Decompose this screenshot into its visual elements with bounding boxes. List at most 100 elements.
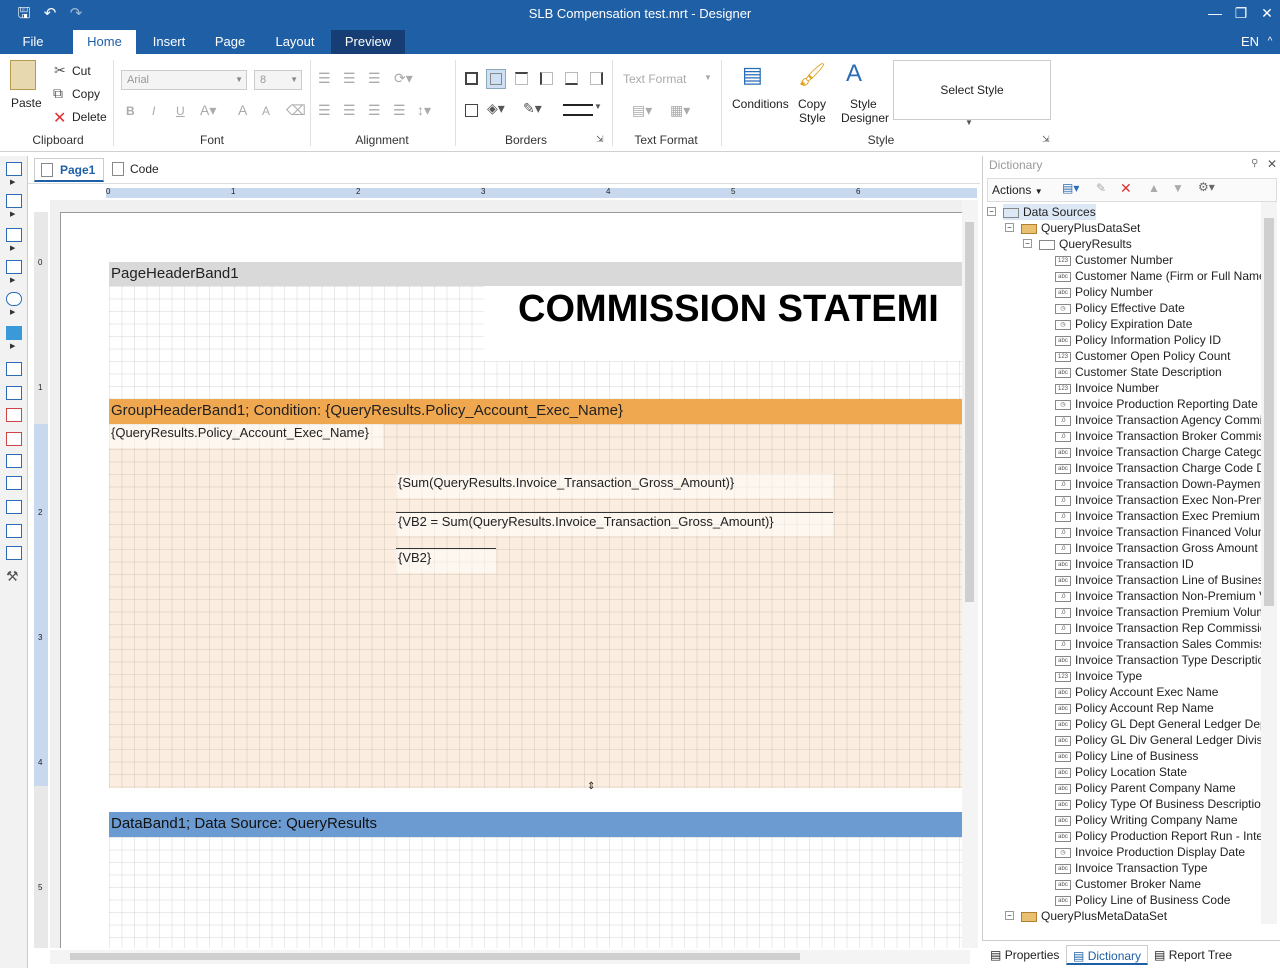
tree-node-column[interactable]: abc Policy GL Div General Ledger Division…: [1055, 732, 1261, 748]
border-color-icon[interactable]: ✎▾: [523, 100, 542, 117]
tree-node-column[interactable]: abc Policy Production Report Run - Intern…: [1055, 828, 1261, 844]
dialog-launcher-icon[interactable]: ⇲: [596, 134, 604, 145]
image-tool-icon[interactable]: [6, 408, 22, 422]
collapse-toggle-icon[interactable]: −: [1023, 239, 1032, 248]
tree-node-column[interactable]: .0 Invoice Transaction Exec Premium Con: [1055, 508, 1261, 524]
tree-node-column[interactable]: abc Invoice Transaction Type: [1055, 860, 1208, 876]
gallery-more-icon[interactable]: ▼: [965, 118, 973, 127]
tree-node-column[interactable]: 123 Customer Number: [1055, 252, 1173, 268]
font-family-combo[interactable]: Arial ▼: [121, 70, 247, 90]
gauge-tool-icon[interactable]: [6, 546, 22, 560]
rich-text-tool-icon[interactable]: [6, 386, 22, 400]
edit-icon[interactable]: ✎: [1096, 181, 1106, 195]
tree-node-data-sources[interactable]: − Data Sources: [987, 204, 1096, 220]
eraser-icon[interactable]: ⌫: [286, 102, 306, 119]
align-left-icon[interactable]: ☰: [318, 102, 331, 119]
collapse-toggle-icon[interactable]: −: [1005, 911, 1014, 920]
no-border-icon[interactable]: [486, 69, 506, 89]
tree-node-column[interactable]: abc Customer Broker Name: [1055, 876, 1201, 892]
tree-node-column[interactable]: abc Invoice Transaction Line of Business: [1055, 572, 1261, 588]
chevron-down-icon[interactable]: ▼: [594, 102, 602, 111]
copy-button[interactable]: Copy: [72, 87, 100, 101]
style-designer-icon[interactable]: A: [846, 60, 862, 88]
grow-font-icon[interactable]: A: [238, 102, 247, 118]
text-format-combo[interactable]: Text Format: [623, 72, 686, 86]
data-band[interactable]: DataBand1; Data Source: QueryResults: [109, 812, 962, 837]
conditions-button[interactable]: Conditions: [732, 97, 789, 111]
vb2-assign-textbox[interactable]: {VB2 = Sum(QueryResults.Invoice_Transact…: [396, 512, 833, 536]
panel-tool-icon[interactable]: [6, 454, 22, 468]
select-style-gallery[interactable]: Select Style: [893, 60, 1051, 120]
paste-button[interactable]: Paste: [11, 96, 42, 110]
align-middle-icon[interactable]: ☰: [343, 70, 356, 87]
close-icon[interactable]: ✕: [1267, 157, 1277, 171]
tree-node-column[interactable]: ◷ Policy Effective Date: [1055, 300, 1185, 316]
new-item-icon[interactable]: ▤▾: [1062, 181, 1079, 195]
left-border-icon[interactable]: [540, 72, 553, 85]
tree-node-column[interactable]: abc Invoice Transaction Charge Category: [1055, 444, 1261, 460]
tree-node-column[interactable]: .0 Invoice Transaction Rep Commission A: [1055, 620, 1261, 636]
tree-node-column[interactable]: ◷ Policy Expiration Date: [1055, 316, 1192, 332]
tree-node-column[interactable]: abc Invoice Transaction Type Description: [1055, 652, 1261, 668]
tree-node-column[interactable]: .0 Invoice Transaction Exec Non-Premiun: [1055, 492, 1261, 508]
copy-style-button-line2[interactable]: Style: [799, 111, 826, 125]
tree-node-column[interactable]: 123 Invoice Type: [1055, 668, 1142, 684]
tree-node-column[interactable]: abc Policy Writing Company Name: [1055, 812, 1238, 828]
cross-tab-tool-icon[interactable]: [6, 260, 22, 274]
tree-node-column[interactable]: abc Customer Name (Firm or Full Name): [1055, 268, 1261, 284]
font-size-combo[interactable]: 8 ▼: [254, 70, 302, 90]
chevron-down-icon[interactable]: ▼: [704, 73, 712, 82]
delete-button[interactable]: Delete: [72, 110, 107, 124]
tree-node-column[interactable]: abc Invoice Transaction Charge Code Desc: [1055, 460, 1261, 476]
shape-tool-icon[interactable]: [6, 292, 22, 306]
tab-preview[interactable]: Preview: [331, 30, 405, 54]
tree-node-column[interactable]: .0 Invoice Transaction Financed Volume: [1055, 524, 1261, 540]
tree-node-column[interactable]: abc Policy Information Policy ID: [1055, 332, 1221, 348]
data-band-body[interactable]: [109, 837, 962, 948]
style-designer-button-line1[interactable]: Style: [850, 97, 877, 111]
tree-node-column[interactable]: .0 Invoice Transaction Gross Amount: [1055, 540, 1258, 556]
tree-node-column[interactable]: abc Policy Account Rep Name: [1055, 700, 1214, 716]
italic-button[interactable]: I: [152, 104, 155, 118]
tab-dictionary[interactable]: ▤ Dictionary: [1066, 945, 1149, 965]
move-up-icon[interactable]: ▲: [1148, 181, 1160, 195]
sub-report-tool-icon[interactable]: [6, 500, 22, 514]
shrink-font-icon[interactable]: A: [262, 104, 270, 118]
tree-node-column[interactable]: abc Policy GL Dept General Ledger Departr: [1055, 716, 1261, 732]
tree-node-column[interactable]: abc Policy Number: [1055, 284, 1153, 300]
actions-menu[interactable]: Actions ▼: [992, 183, 1043, 197]
tree-node-dataset[interactable]: − QueryPlusDataSet: [1005, 220, 1140, 236]
tree-node-column[interactable]: .0 Invoice Transaction Down-Payment Vo: [1055, 476, 1261, 492]
tab-properties[interactable]: ▤ Properties: [990, 945, 1059, 965]
tree-node-column[interactable]: 123 Customer Open Policy Count: [1055, 348, 1230, 364]
align-bottom-icon[interactable]: ☰: [368, 70, 381, 87]
right-border-icon[interactable]: [590, 72, 603, 85]
bold-button[interactable]: B: [126, 104, 135, 118]
tree-node-column[interactable]: .0 Invoice Transaction Sales Commission: [1055, 636, 1261, 652]
tree-node-meta-dataset[interactable]: − QueryPlusMetaDataSet: [1005, 908, 1167, 924]
copy-style-button-line1[interactable]: Copy: [798, 97, 826, 111]
group-header-band[interactable]: GroupHeaderBand1; Condition: {QueryResul…: [109, 399, 962, 424]
tab-home[interactable]: Home: [73, 30, 136, 54]
tree-node-column[interactable]: abc Policy Line of Business: [1055, 748, 1198, 764]
text-tool-icon[interactable]: [6, 362, 22, 376]
align-center-icon[interactable]: ☰: [343, 102, 356, 119]
move-down-icon[interactable]: ▼: [1172, 181, 1184, 195]
underline-button[interactable]: U: [176, 104, 185, 118]
ribbon-collapse-button[interactable]: ^: [1262, 30, 1278, 54]
border-settings-icon[interactable]: [465, 104, 478, 117]
tree-node-column[interactable]: ◷ Invoice Production Reporting Date: [1055, 396, 1258, 412]
tree-node-column[interactable]: abc Policy Parent Company Name: [1055, 780, 1236, 796]
tree-node-column[interactable]: ◷ Invoice Production Display Date: [1055, 844, 1245, 860]
justify-icon[interactable]: ☰: [393, 102, 406, 119]
scrollbar-thumb[interactable]: [965, 222, 974, 602]
resize-handle-icon[interactable]: ⇕: [587, 781, 595, 792]
format-options-icon[interactable]: ▦▾: [670, 102, 690, 119]
dictionary-scrollbar[interactable]: [1261, 202, 1277, 924]
align-right-icon[interactable]: ☰: [368, 102, 381, 119]
fill-color-icon[interactable]: ◈▾: [487, 100, 505, 117]
canvas-vertical-scrollbar[interactable]: [962, 200, 978, 948]
band-tool-icon[interactable]: [6, 162, 22, 176]
report-page[interactable]: PageHeaderBand1 COMMISSION STATEMI Group…: [60, 212, 962, 948]
scrollbar-thumb[interactable]: [70, 953, 800, 960]
